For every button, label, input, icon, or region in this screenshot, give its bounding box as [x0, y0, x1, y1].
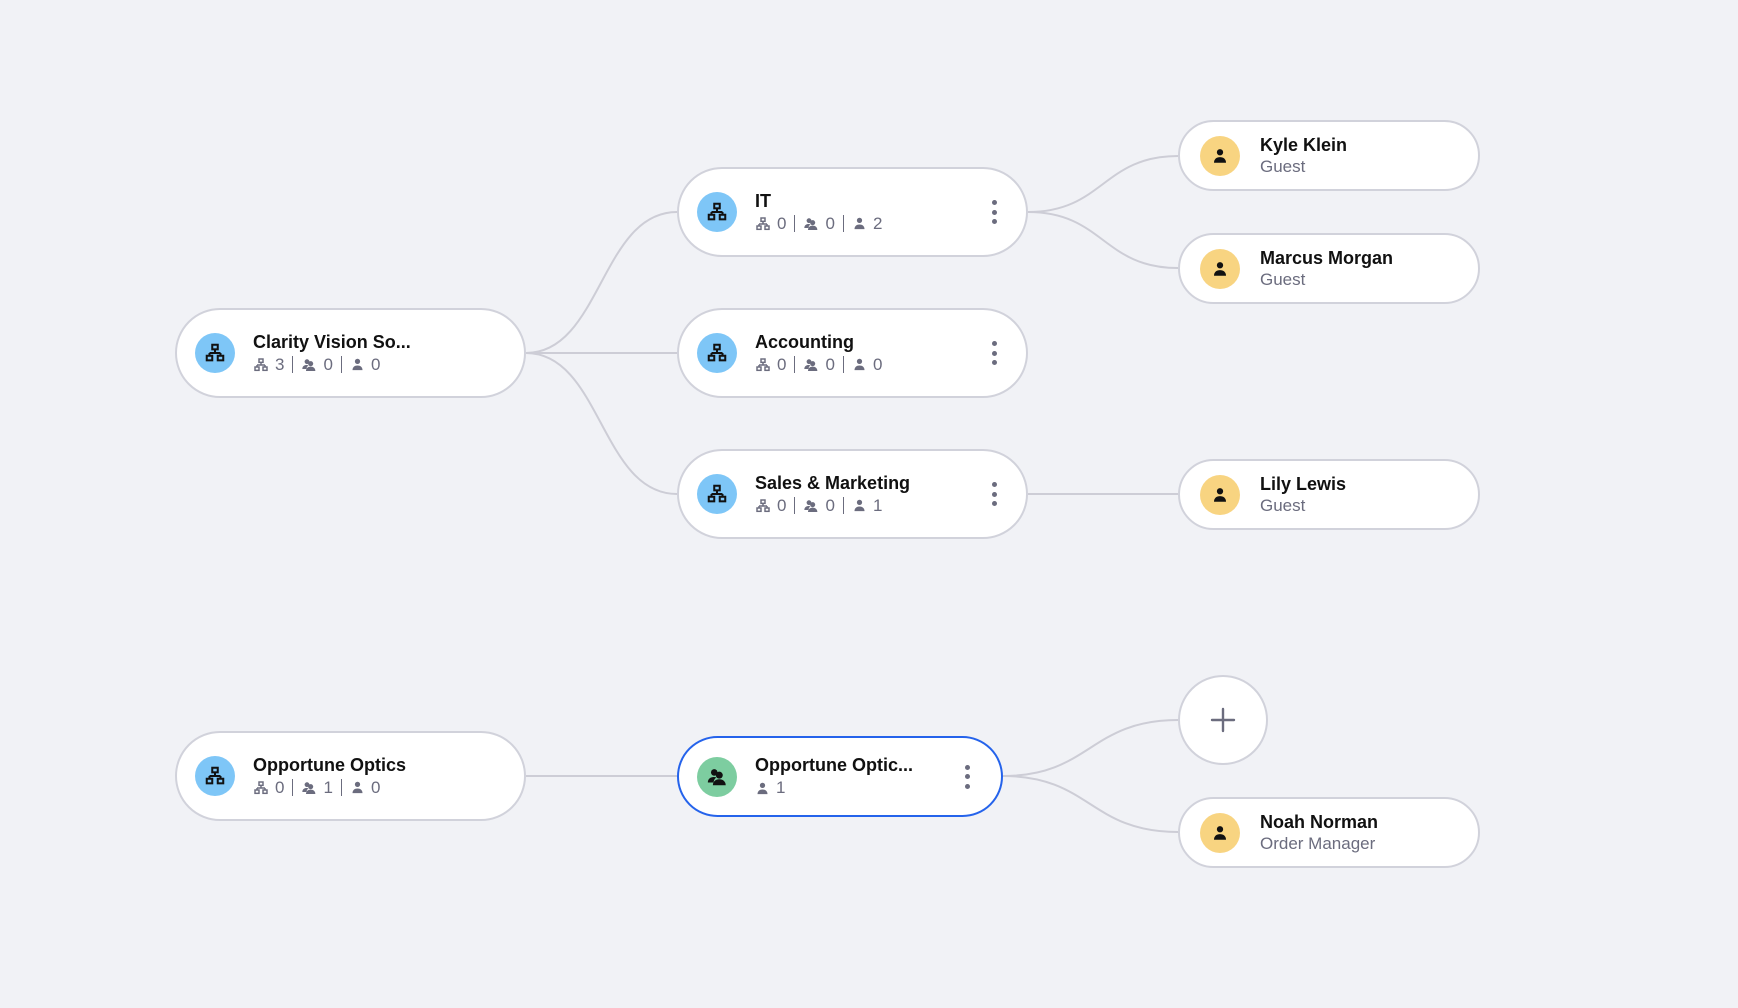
- organization-avatar: [195, 756, 235, 796]
- plus-icon: [1210, 707, 1236, 733]
- team-node-opportune-optics[interactable]: Opportune Optic... 1: [677, 736, 1003, 817]
- connector-it-kyle: [1027, 155, 1179, 213]
- organization-avatar: [697, 474, 737, 514]
- teams-icon: [803, 216, 819, 232]
- node-stats: 0 0 0: [755, 354, 882, 376]
- suborg-count: 3: [275, 354, 285, 374]
- user-role: Order Manager: [1260, 833, 1376, 853]
- node-title: Accounting: [755, 331, 854, 352]
- org-node-sales-marketing[interactable]: Sales & Marketing 0 0 1: [677, 449, 1028, 539]
- user-avatar: [1200, 812, 1240, 853]
- users-icon: [350, 357, 365, 372]
- team-count: 1: [323, 777, 333, 797]
- organization-icon: [706, 342, 728, 364]
- users-icon: [852, 498, 867, 513]
- user-icon: [1211, 486, 1229, 504]
- connector-it-marcus: [1027, 211, 1179, 269]
- suborg-count: 0: [275, 777, 285, 797]
- node-stats: 1: [755, 777, 913, 799]
- user-icon: [1211, 260, 1229, 278]
- user-icon: [1211, 147, 1229, 165]
- org-node-opportune-optics[interactable]: Opportune Optics 0 1 0: [175, 731, 526, 821]
- team-count: 0: [825, 495, 835, 515]
- user-avatar: [1200, 135, 1240, 176]
- users-icon: [350, 780, 365, 795]
- organization-icon: [204, 765, 226, 787]
- connector-clarity-it: [525, 211, 678, 354]
- users-icon: [755, 781, 770, 796]
- team-count: 0: [825, 213, 835, 233]
- node-stats: 3 0 0: [253, 354, 411, 376]
- more-actions-button[interactable]: [990, 200, 998, 224]
- suborg-count: 0: [777, 354, 787, 374]
- team-count: 0: [323, 354, 333, 374]
- user-count: 0: [872, 354, 883, 374]
- user-count: 2: [872, 213, 883, 233]
- suborg-count: 0: [777, 495, 787, 515]
- node-stats: 0 0 1: [755, 495, 910, 517]
- user-name: Lily Lewis: [1260, 473, 1347, 494]
- suborganizations-icon: [755, 357, 771, 373]
- org-node-clarity-vision[interactable]: Clarity Vision So... 3 0 0: [175, 308, 526, 398]
- organization-icon: [204, 342, 226, 364]
- connector-team-add: [1002, 719, 1179, 777]
- more-actions-button[interactable]: [990, 482, 998, 506]
- org-node-accounting[interactable]: Accounting 0 0 0: [677, 308, 1028, 398]
- node-title: Clarity Vision So...: [253, 331, 411, 352]
- teams-icon: [301, 357, 317, 373]
- user-node-kyle-klein[interactable]: Kyle Klein Guest: [1178, 120, 1480, 191]
- suborganizations-icon: [755, 498, 771, 514]
- organization-avatar: [697, 333, 737, 373]
- teams-icon: [803, 498, 819, 514]
- node-stats: 0 0 2: [755, 213, 882, 235]
- node-title: Opportune Optics: [253, 754, 406, 775]
- node-title: Sales & Marketing: [755, 472, 911, 493]
- team-icon: [706, 766, 728, 788]
- user-role: Guest: [1260, 156, 1306, 176]
- add-member-button[interactable]: [1178, 675, 1268, 765]
- user-role: Guest: [1260, 269, 1306, 289]
- user-count: 0: [370, 354, 381, 374]
- connector-clarity-sales: [525, 352, 678, 495]
- node-stats: 0 1 0: [253, 777, 406, 799]
- teams-icon: [301, 780, 317, 796]
- more-actions-button[interactable]: [990, 341, 998, 365]
- user-avatar: [1200, 474, 1240, 515]
- node-title: IT: [755, 190, 771, 211]
- user-node-noah-norman[interactable]: Noah Norman Order Manager: [1178, 797, 1480, 868]
- user-name: Noah Norman: [1260, 811, 1379, 832]
- organization-avatar: [697, 192, 737, 232]
- user-name: Marcus Morgan: [1260, 247, 1394, 268]
- organization-icon: [706, 201, 728, 223]
- user-node-marcus-morgan[interactable]: Marcus Morgan Guest: [1178, 233, 1480, 304]
- teams-icon: [803, 357, 819, 373]
- organization-icon: [706, 483, 728, 505]
- user-role: Guest: [1260, 495, 1306, 515]
- user-node-lily-lewis[interactable]: Lily Lewis Guest: [1178, 459, 1480, 530]
- suborganizations-icon: [253, 780, 269, 796]
- user-name: Kyle Klein: [1260, 134, 1348, 155]
- team-avatar: [697, 756, 737, 797]
- users-icon: [852, 216, 867, 231]
- suborganizations-icon: [755, 216, 771, 232]
- user-avatar: [1200, 248, 1240, 289]
- node-title: Opportune Optic...: [755, 755, 913, 775]
- org-node-it[interactable]: IT 0 0 2: [677, 167, 1028, 257]
- connector-team-noah: [1002, 775, 1179, 833]
- user-count: 1: [872, 495, 883, 515]
- user-count: 0: [370, 777, 381, 797]
- suborg-count: 0: [777, 213, 787, 233]
- team-count: 0: [825, 354, 835, 374]
- users-icon: [852, 357, 867, 372]
- suborganizations-icon: [253, 357, 269, 373]
- more-actions-button[interactable]: [963, 764, 971, 789]
- user-count: 1: [776, 778, 786, 797]
- organization-avatar: [195, 333, 235, 373]
- user-icon: [1211, 824, 1229, 842]
